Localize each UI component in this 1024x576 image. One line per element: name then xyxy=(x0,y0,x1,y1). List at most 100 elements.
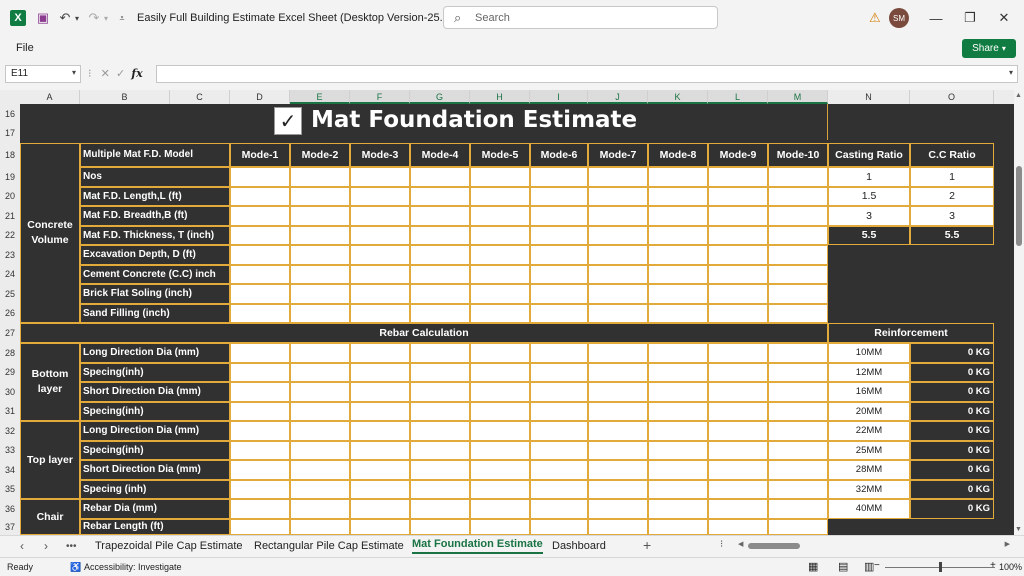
input-cell[interactable] xyxy=(230,284,290,304)
input-cell[interactable] xyxy=(290,519,350,535)
row-header[interactable]: 19 xyxy=(0,167,20,187)
accessibility-status[interactable]: Accessibility: Investigate xyxy=(84,562,182,572)
input-cell[interactable] xyxy=(410,441,470,460)
close-icon[interactable]: ✕ xyxy=(994,8,1014,28)
input-cell[interactable] xyxy=(708,187,768,206)
scroll-thumb[interactable] xyxy=(748,543,800,549)
input-cell[interactable] xyxy=(290,343,350,363)
input-cell[interactable] xyxy=(230,382,290,402)
warning-icon[interactable]: ⚠ xyxy=(869,10,881,26)
input-cell[interactable] xyxy=(648,304,708,323)
column-header[interactable]: A xyxy=(20,90,80,104)
input-cell[interactable] xyxy=(470,480,530,499)
undo-icon[interactable]: ↶ xyxy=(57,10,73,26)
input-cell[interactable] xyxy=(350,206,410,226)
input-cell[interactable] xyxy=(470,304,530,323)
input-cell[interactable] xyxy=(410,284,470,304)
row-header[interactable]: 26 xyxy=(0,304,20,323)
row-header[interactable]: 16 xyxy=(0,104,20,124)
row-header[interactable]: 32 xyxy=(0,421,20,441)
input-cell[interactable] xyxy=(530,206,588,226)
input-cell[interactable] xyxy=(290,402,350,421)
vertical-scrollbar[interactable]: ▲ ▼ xyxy=(1014,90,1024,535)
input-cell[interactable] xyxy=(290,284,350,304)
input-cell[interactable] xyxy=(470,187,530,206)
tab-rectangular-pile-cap[interactable]: Rectangular Pile Cap Estimate xyxy=(254,540,404,552)
input-cell[interactable] xyxy=(470,245,530,265)
input-cell[interactable] xyxy=(648,343,708,363)
input-cell[interactable] xyxy=(648,245,708,265)
tab-next-icon[interactable]: › xyxy=(44,539,48,553)
input-cell[interactable] xyxy=(530,265,588,284)
tab-dashboard[interactable]: Dashboard xyxy=(552,540,606,552)
input-cell[interactable] xyxy=(648,206,708,226)
more-tabs-icon[interactable]: ••• xyxy=(66,541,77,552)
name-box[interactable]: E11 ▾ xyxy=(5,65,81,83)
input-cell[interactable] xyxy=(530,499,588,519)
input-cell[interactable] xyxy=(290,187,350,206)
input-cell[interactable] xyxy=(588,382,648,402)
column-header[interactable]: I xyxy=(530,90,588,104)
undo-dropdown-icon[interactable]: ▾ xyxy=(72,10,82,26)
input-cell[interactable] xyxy=(410,499,470,519)
input-cell[interactable] xyxy=(708,480,768,499)
input-cell[interactable] xyxy=(350,245,410,265)
input-cell[interactable] xyxy=(290,265,350,284)
input-cell[interactable] xyxy=(708,460,768,480)
column-header[interactable]: D xyxy=(230,90,290,104)
zoom-out-icon[interactable]: − xyxy=(874,560,880,571)
input-cell[interactable] xyxy=(230,441,290,460)
input-cell[interactable] xyxy=(768,245,828,265)
input-cell[interactable] xyxy=(648,167,708,187)
input-cell[interactable] xyxy=(768,265,828,284)
input-cell[interactable] xyxy=(230,265,290,284)
input-cell[interactable] xyxy=(588,206,648,226)
scroll-thumb[interactable] xyxy=(1016,166,1022,246)
row-header[interactable]: 35 xyxy=(0,480,20,499)
row-header[interactable]: 23 xyxy=(0,245,20,265)
input-cell[interactable] xyxy=(230,480,290,499)
input-cell[interactable] xyxy=(350,480,410,499)
input-cell[interactable] xyxy=(290,480,350,499)
column-header[interactable]: M xyxy=(768,90,828,104)
input-cell[interactable] xyxy=(470,343,530,363)
tab-trapezoidal-pile-cap[interactable]: Trapezoidal Pile Cap Estimate xyxy=(95,540,243,552)
column-header[interactable]: E xyxy=(290,90,350,104)
column-header[interactable]: K xyxy=(648,90,708,104)
input-cell[interactable] xyxy=(290,441,350,460)
input-cell[interactable] xyxy=(708,519,768,535)
input-cell[interactable] xyxy=(350,167,410,187)
input-cell[interactable] xyxy=(290,421,350,441)
input-cell[interactable] xyxy=(410,382,470,402)
input-cell[interactable] xyxy=(230,226,290,245)
input-cell[interactable] xyxy=(588,304,648,323)
input-cell[interactable] xyxy=(350,382,410,402)
file-tab[interactable]: File xyxy=(16,42,34,54)
input-cell[interactable] xyxy=(530,187,588,206)
input-cell[interactable] xyxy=(530,226,588,245)
add-sheet-icon[interactable]: + xyxy=(643,537,651,553)
input-cell[interactable] xyxy=(470,382,530,402)
input-cell[interactable] xyxy=(410,421,470,441)
row-header[interactable]: 20 xyxy=(0,187,20,206)
input-cell[interactable] xyxy=(708,363,768,382)
row-header[interactable]: 37 xyxy=(0,519,20,535)
input-cell[interactable] xyxy=(290,499,350,519)
input-cell[interactable] xyxy=(470,421,530,441)
input-cell[interactable] xyxy=(470,206,530,226)
column-header[interactable]: L xyxy=(708,90,768,104)
input-cell[interactable] xyxy=(768,460,828,480)
input-cell[interactable] xyxy=(768,187,828,206)
input-cell[interactable] xyxy=(290,460,350,480)
scroll-left-icon[interactable]: ◀ xyxy=(738,540,743,548)
input-cell[interactable] xyxy=(648,382,708,402)
input-cell[interactable] xyxy=(530,519,588,535)
input-cell[interactable] xyxy=(230,304,290,323)
input-cell[interactable] xyxy=(708,226,768,245)
input-cell[interactable] xyxy=(230,519,290,535)
input-cell[interactable] xyxy=(768,382,828,402)
input-cell[interactable] xyxy=(230,460,290,480)
row-header[interactable]: 36 xyxy=(0,499,20,519)
cc-ratio-value[interactable]: 2 xyxy=(910,187,994,206)
row-header[interactable]: 24 xyxy=(0,265,20,284)
